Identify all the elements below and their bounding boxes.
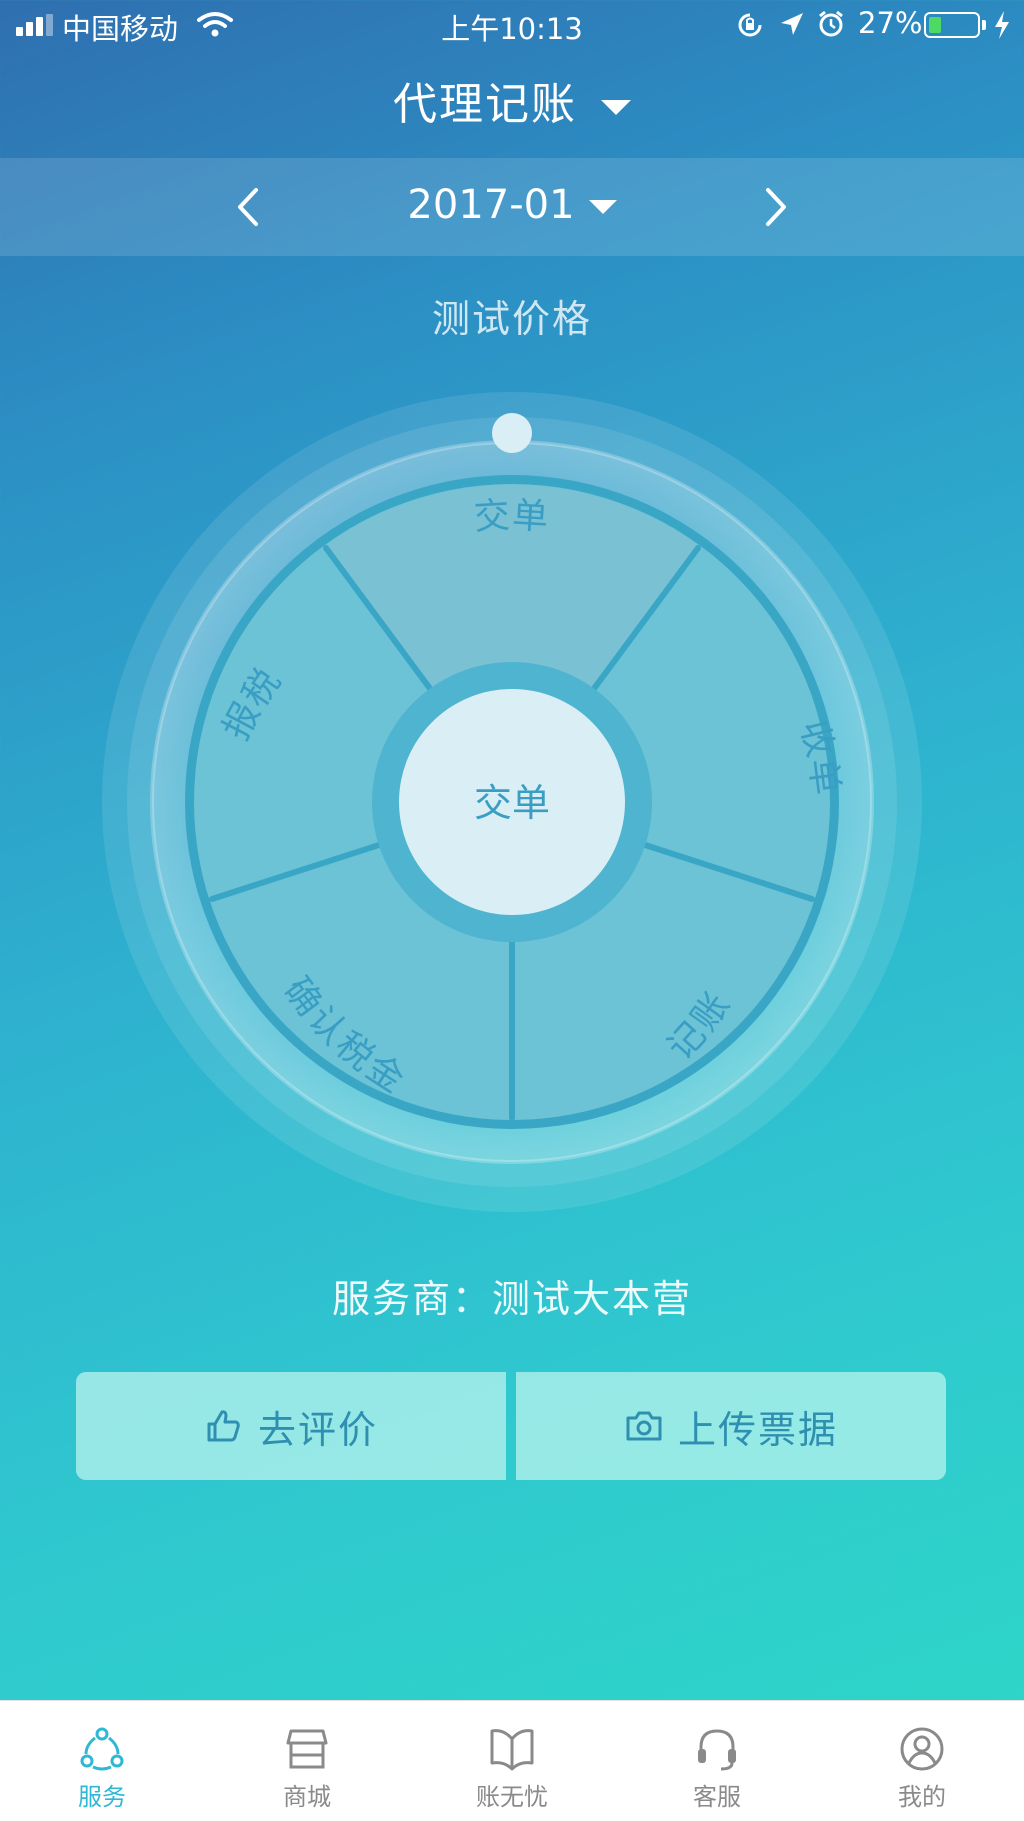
action-buttons: 去评价 上传票据 [76, 1372, 946, 1480]
headset-icon [698, 1729, 736, 1771]
user-profile-icon [900, 1727, 944, 1771]
tab-label: 服务 [78, 1783, 126, 1811]
progress-knob [492, 413, 532, 453]
service-provider: 服务商：测试大本营 [331, 1277, 692, 1321]
tab-store[interactable]: 商城 [205, 1701, 409, 1821]
tab-label: 客服 [693, 1783, 741, 1811]
camera-icon [626, 1411, 662, 1441]
thumbs-up-icon [207, 1410, 240, 1442]
tab-customer-service[interactable]: 客服 [615, 1701, 819, 1821]
tab-label: 账无忧 [476, 1783, 548, 1811]
review-button-label: 去评价 [257, 1407, 378, 1452]
open-book-icon [490, 1729, 534, 1771]
tab-accounting[interactable]: 账无忧 [410, 1701, 614, 1821]
tab-profile[interactable]: 我的 [820, 1701, 1024, 1821]
review-button[interactable]: 去评价 [76, 1372, 506, 1480]
upload-button-label: 上传票据 [677, 1407, 838, 1452]
tab-service[interactable]: 服务 [0, 1701, 204, 1821]
store-icon [286, 1729, 328, 1769]
tab-bar: 服务 商城 账无忧 客服 我的 [0, 1700, 1024, 1821]
upload-receipt-button[interactable]: 上传票据 [516, 1372, 946, 1480]
service-network-icon [80, 1727, 124, 1771]
progress-wheel: 交单 交单 收单 记账 确认税金 报税 [102, 392, 922, 1212]
tab-label: 商城 [283, 1783, 331, 1811]
tab-label: 我的 [898, 1783, 946, 1811]
center-step-label: 交单 [474, 781, 550, 825]
